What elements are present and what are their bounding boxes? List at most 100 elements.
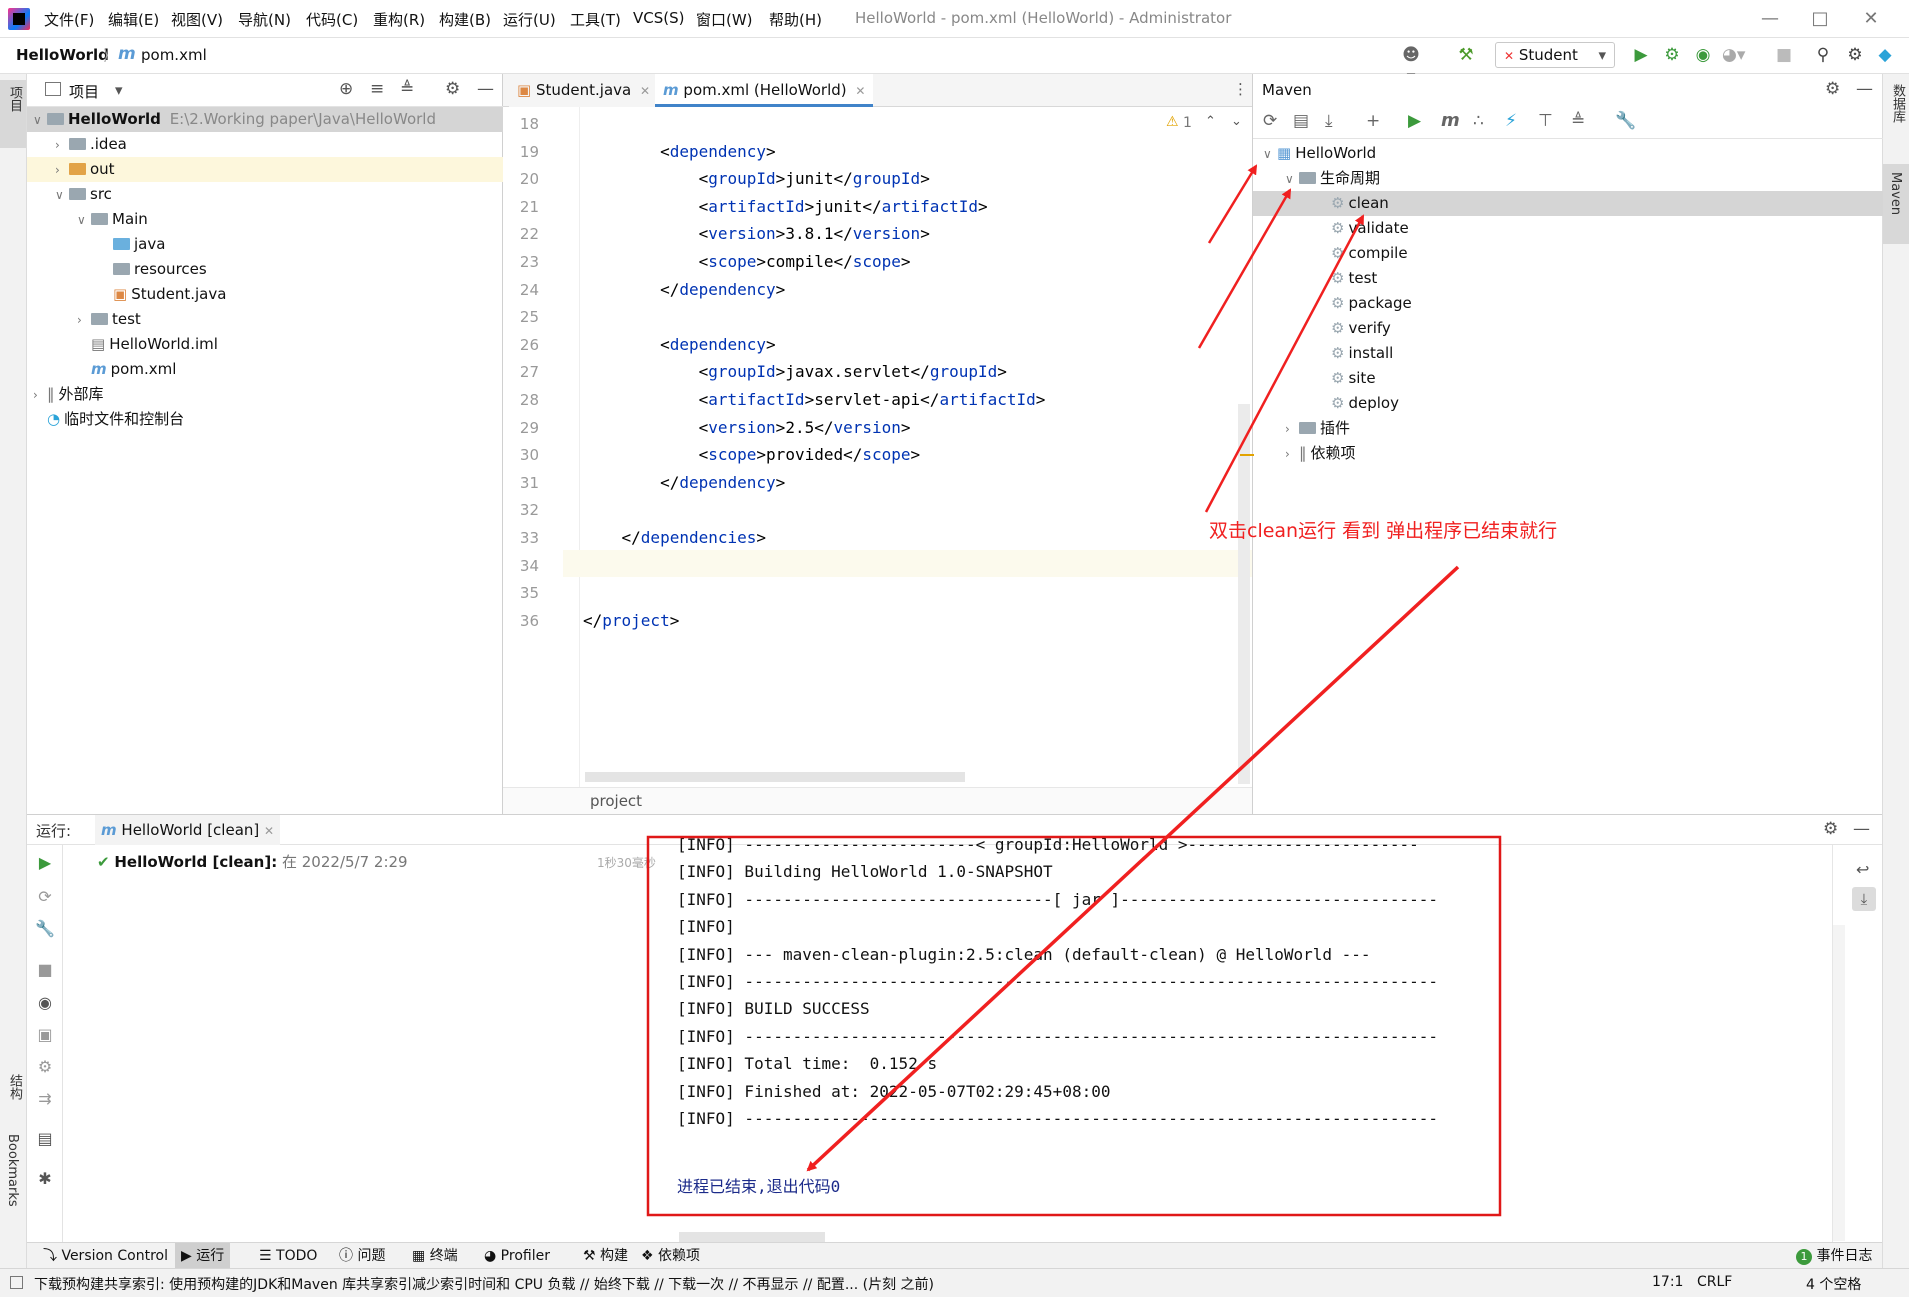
soft-wrap-icon[interactable]: ↩ xyxy=(1856,860,1869,879)
run-icon[interactable]: ▶ xyxy=(1630,44,1652,66)
menu-file[interactable]: 文件(F) xyxy=(44,9,94,30)
bookmarks-tool-button[interactable]: Bookmarks xyxy=(5,1134,20,1211)
code-line[interactable]: <artifactId>junit</artifactId> xyxy=(583,197,988,216)
tree-item-src[interactable]: ∨ src xyxy=(55,182,112,207)
chevron-down-icon[interactable]: ▾ xyxy=(115,81,123,99)
code-line[interactable]: <groupId>javax.servlet</groupId> xyxy=(583,362,1007,381)
project-tool-button[interactable]: 项目 xyxy=(0,80,26,148)
code-line[interactable]: <artifactId>servlet-api</artifactId> xyxy=(583,390,1046,409)
debug-icon[interactable]: ⚙ xyxy=(1661,44,1683,66)
tab-pom-xml[interactable]: m pom.xml (HelloWorld) ✕ xyxy=(655,74,874,107)
tab-todo[interactable]: ☰ TODO xyxy=(253,1243,323,1269)
maven-phase-clean[interactable]: ⚙ clean xyxy=(1253,191,1883,216)
maven-phase-install[interactable]: ⚙ install xyxy=(1331,341,1393,366)
hide-panel-icon[interactable]: — xyxy=(477,79,494,99)
tab-dependencies[interactable]: ❖ 依赖项 xyxy=(635,1243,706,1269)
line-separator[interactable]: CRLF xyxy=(1697,1274,1732,1290)
code-line[interactable]: </dependency> xyxy=(583,280,785,299)
console-vertical-scrollbar[interactable] xyxy=(1833,925,1845,1241)
run-tab-helloworld-clean[interactable]: m HelloWorld [clean] ✕ xyxy=(95,815,281,845)
maven-root-helloworld[interactable]: ∨ ▦ HelloWorld xyxy=(1263,141,1376,166)
tree-item-java[interactable]: java xyxy=(99,232,165,257)
build-hammer-icon[interactable]: ⚒ xyxy=(1455,44,1477,66)
minimize-icon[interactable]: — xyxy=(1757,6,1783,32)
database-tool-button[interactable]: 数据库 xyxy=(1888,84,1907,127)
tree-item-student-java[interactable]: ▣ Student.java xyxy=(99,282,226,307)
menu-view[interactable]: 视图(V) xyxy=(171,9,223,30)
xml-breadcrumb-project[interactable]: project xyxy=(590,792,642,810)
menu-code[interactable]: 代码(C) xyxy=(306,9,358,30)
collapse-all-icon[interactable]: ≜ xyxy=(1571,111,1585,131)
eye-icon[interactable]: ◉ xyxy=(35,993,55,1013)
pin-icon[interactable]: ✱ xyxy=(35,1169,55,1189)
prev-highlight-icon[interactable]: ⌃ xyxy=(1205,114,1216,129)
more-tabs-icon[interactable]: ⋮ xyxy=(1233,80,1248,98)
next-highlight-icon[interactable]: ⌄ xyxy=(1231,114,1242,129)
gear-icon[interactable]: ⚙ xyxy=(1823,819,1838,839)
run-configuration-select[interactable]: ✕ Student ▾ xyxy=(1495,42,1615,68)
tab-problems[interactable]: ⓘ 问题 xyxy=(333,1243,391,1269)
code-line[interactable]: <scope>provided</scope> xyxy=(583,445,921,464)
maven-phase-deploy[interactable]: ⚙ deploy xyxy=(1331,391,1399,416)
maven-phase-verify[interactable]: ⚙ verify xyxy=(1331,316,1391,341)
code-line[interactable]: <version>2.5</version> xyxy=(583,418,911,437)
add-icon[interactable]: + xyxy=(1366,111,1380,131)
console-horizontal-scrollbar[interactable] xyxy=(679,1232,825,1242)
coverage-icon[interactable]: ◉ xyxy=(1692,44,1714,66)
code-line[interactable]: <version>3.8.1</version> xyxy=(583,224,930,243)
menu-refactor[interactable]: 重构(R) xyxy=(373,9,425,30)
execute-goal-icon[interactable]: m xyxy=(1441,110,1460,131)
code-line[interactable]: <dependency> xyxy=(583,142,776,161)
run-maven-icon[interactable]: ▶ xyxy=(1408,111,1421,131)
gear-icon[interactable]: ⚙ xyxy=(445,79,460,99)
run-entry[interactable]: ✔ HelloWorld [clean]: 在 2022/5/7 2:29 xyxy=(97,851,408,872)
settings-gear-icon[interactable]: ⚙ xyxy=(1844,44,1866,66)
menu-vcs[interactable]: VCS(S) xyxy=(633,9,684,27)
tree-item-resources[interactable]: resources xyxy=(99,257,207,282)
menu-build[interactable]: 构建(B) xyxy=(439,9,491,30)
menu-navigate[interactable]: 导航(N) xyxy=(238,9,291,30)
close-tab-icon[interactable]: ✕ xyxy=(640,84,650,98)
tree-root-helloworld[interactable]: ∨ HelloWorld E:\2.Working paper\Java\Hell… xyxy=(27,107,503,132)
rerun-failed-icon[interactable]: ⟳ xyxy=(35,887,55,907)
close-window-icon[interactable]: ✕ xyxy=(1858,6,1884,32)
tab-version-control[interactable]: ⤵ Version Control xyxy=(37,1243,174,1269)
code-line[interactable]: <dependency> xyxy=(583,335,776,354)
expand-all-icon[interactable]: ≡ xyxy=(370,79,384,99)
warning-icon[interactable]: ⚠ xyxy=(1166,114,1179,130)
menu-help[interactable]: 帮助(H) xyxy=(769,9,822,30)
tree-item-external-libraries[interactable]: › ‖ 外部库 xyxy=(33,382,104,407)
code-line[interactable]: </dependencies> xyxy=(583,528,767,547)
search-icon[interactable]: ⚲ xyxy=(1812,44,1834,66)
toggle-tool-windows-icon[interactable] xyxy=(10,1276,23,1289)
skip-tests-icon[interactable]: ⚡ xyxy=(1505,111,1517,131)
stop-icon[interactable]: ■ xyxy=(1773,44,1795,66)
indent-setting[interactable]: 4 个空格 xyxy=(1806,1274,1861,1294)
project-panel-title[interactable]: 项目 xyxy=(69,81,99,102)
breadcrumb-project[interactable]: HelloWorld xyxy=(16,46,109,64)
tree-item-scratches[interactable]: ◔ 临时文件和控制台 xyxy=(47,407,184,432)
maven-settings-icon[interactable]: 🔧 xyxy=(1615,111,1636,131)
caret-position[interactable]: 17:1 xyxy=(1652,1274,1683,1290)
editor-horizontal-scrollbar[interactable] xyxy=(585,772,965,782)
maven-lifecycle[interactable]: ∨ 生命周期 xyxy=(1285,166,1380,191)
menu-run[interactable]: 运行(U) xyxy=(503,9,556,30)
tab-profiler[interactable]: ◕ Profiler xyxy=(478,1243,556,1269)
tree-item-pom-xml[interactable]: m pom.xml xyxy=(77,357,176,382)
maven-phase-validate[interactable]: ⚙ validate xyxy=(1331,216,1409,241)
hide-panel-icon[interactable]: — xyxy=(1856,79,1873,99)
download-icon[interactable]: ⤓ xyxy=(1325,111,1333,131)
maven-plugins[interactable]: › 插件 xyxy=(1285,416,1350,441)
add-folder-icon[interactable]: ▤ xyxy=(1293,111,1309,131)
maven-tool-button[interactable]: Maven xyxy=(1883,164,1909,244)
layout-icon[interactable]: ▤ xyxy=(35,1129,55,1149)
tree-item-out[interactable]: › out xyxy=(27,157,503,182)
maven-phase-compile[interactable]: ⚙ compile xyxy=(1331,241,1408,266)
code-line[interactable]: </dependency> xyxy=(583,473,785,492)
toggle-offline-icon[interactable]: ∴ xyxy=(1473,111,1484,131)
maven-phase-package[interactable]: ⚙ package xyxy=(1331,291,1412,316)
close-tab-icon[interactable]: ✕ xyxy=(264,824,274,838)
scroll-to-end-icon[interactable]: ⤓ xyxy=(1852,887,1876,911)
toggle-icon[interactable]: ⚙ xyxy=(35,1057,55,1077)
tree-item-main[interactable]: ∨ Main xyxy=(77,207,148,232)
